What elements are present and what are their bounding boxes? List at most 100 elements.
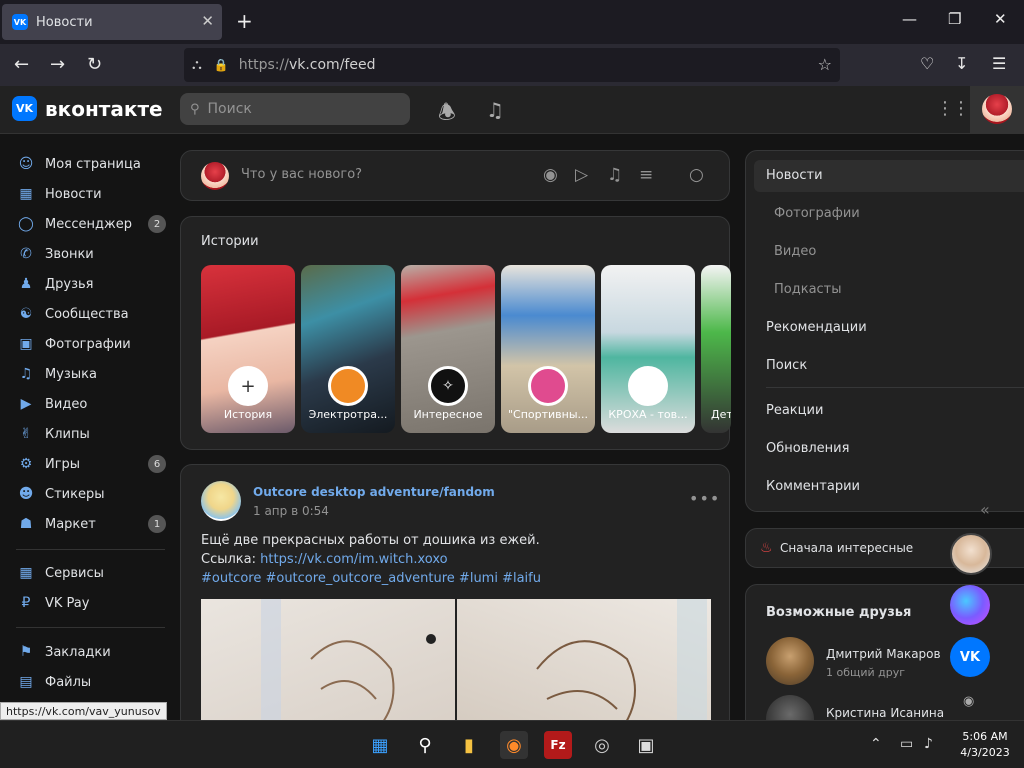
profile-menu[interactable] xyxy=(970,86,1024,134)
sidebar-item-label: Маркет xyxy=(45,516,96,532)
story-item[interactable]: КРОХА - тов... xyxy=(601,265,695,433)
filter-photos[interactable]: Фотографии xyxy=(774,206,860,221)
reload-icon[interactable]: ↻ xyxy=(87,54,102,75)
vk-favicon-icon: VK xyxy=(12,14,28,30)
more-options-icon[interactable]: ••• xyxy=(689,489,720,508)
sidebar-item-services[interactable]: ▦ Сервисы xyxy=(16,558,166,588)
camera-icon[interactable]: ◉ xyxy=(543,165,558,185)
browser-tab-bar: VK Новости ✕ + — ❐ ✕ xyxy=(0,0,1024,44)
sidebar-item-news[interactable]: ▦ Новости xyxy=(16,179,166,209)
firefox-icon[interactable]: ◉ xyxy=(500,731,528,759)
sidebar-item-music[interactable]: ♫ Музыка xyxy=(16,359,166,389)
bell-icon[interactable]: 🕭 xyxy=(438,98,456,132)
text-format-icon[interactable]: ≡ xyxy=(639,165,653,185)
stories-title: Истории xyxy=(201,234,259,249)
disc-icon[interactable]: ◎ xyxy=(588,731,616,759)
vk-messenger-icon[interactable]: VK xyxy=(950,637,990,677)
post-date[interactable]: 1 апр в 0:54 xyxy=(253,504,329,518)
sidebar-item-my-page[interactable]: ☺ Моя страница xyxy=(16,149,166,179)
bookmark-star-icon[interactable]: ☆ xyxy=(818,55,832,74)
forward-icon[interactable]: → xyxy=(50,54,65,75)
window-close-icon[interactable]: ✕ xyxy=(994,10,1007,28)
vk-logo-mark: VK xyxy=(12,96,37,121)
sidebar-item-games[interactable]: ⚙ Игры 6 xyxy=(16,449,166,479)
sidebar-item-groups[interactable]: ☯ Сообщества xyxy=(16,299,166,329)
sidebar-item-messenger[interactable]: ◯ Мессенджер 2 xyxy=(16,209,166,239)
file-explorer-icon[interactable]: ▮ xyxy=(455,731,483,759)
pocket-icon[interactable]: ♡ xyxy=(920,54,934,73)
fire-icon: ♨ xyxy=(760,540,773,556)
package-icon[interactable]: ▣ xyxy=(632,731,660,759)
back-icon[interactable]: ← xyxy=(14,54,29,75)
filter-reactions[interactable]: Реакции xyxy=(766,403,823,418)
menu-icon[interactable]: ☰ xyxy=(992,54,1006,73)
sidebar-item-calls[interactable]: ✆ Звонки xyxy=(16,239,166,269)
sidebar-item-bookmarks[interactable]: ⚑ Закладки xyxy=(16,637,166,667)
post-author[interactable]: Outcore desktop adventure/fandom xyxy=(253,485,495,499)
story-add[interactable]: + История xyxy=(201,265,295,433)
filter-video[interactable]: Видео xyxy=(774,244,816,259)
music-attach-icon[interactable]: ♫ xyxy=(607,165,622,185)
filezilla-icon[interactable]: Fz xyxy=(544,731,572,759)
post-composer[interactable]: Что у вас нового? ◉ ▷ ♫ ≡ ○ xyxy=(180,150,730,201)
sidebar-item-photos[interactable]: ▣ Фотографии xyxy=(16,329,166,359)
filter-search[interactable]: Поиск xyxy=(766,358,807,373)
vk-logo[interactable]: VK вконтакте xyxy=(12,96,163,121)
close-tab-icon[interactable]: ✕ xyxy=(201,12,214,30)
maximize-icon[interactable]: ❐ xyxy=(948,10,961,28)
play-circle-icon[interactable]: ▷ xyxy=(575,165,588,185)
bag-icon: ☗ xyxy=(19,516,33,532)
filter-updates[interactable]: Обновления xyxy=(766,441,849,456)
sidebar-item-friends[interactable]: ♟ Друзья xyxy=(16,269,166,299)
pay-icon: ₽ xyxy=(21,595,31,611)
composer-placeholder[interactable]: Что у вас нового? xyxy=(241,167,362,182)
post-image[interactable] xyxy=(457,599,711,735)
windows-start-icon[interactable]: ▦ xyxy=(366,731,394,759)
story-item[interactable]: "Спортивны... xyxy=(501,265,595,433)
sidebar-item-stickers[interactable]: ☻ Стикеры xyxy=(16,479,166,509)
post-link-line: Ссылка: https://vk.com/im.witch.xoxo xyxy=(201,550,541,569)
story-item[interactable]: Электротра... xyxy=(301,265,395,433)
shield-icon[interactable]: ⛬ xyxy=(192,57,202,73)
photo-icon: ▣ xyxy=(19,336,33,352)
friend-name[interactable]: Дмитрий Макаров xyxy=(826,647,941,661)
filter-comments[interactable]: Комментарии xyxy=(766,479,860,494)
minimize-icon[interactable]: — xyxy=(902,10,917,28)
feed-filter-menu: Новости Фотографии Видео Подкасты Рекоме… xyxy=(745,150,1024,512)
download-icon[interactable]: ↧ xyxy=(955,54,968,73)
post-image[interactable] xyxy=(201,599,455,735)
volume-icon[interactable]: ♪ xyxy=(924,736,933,752)
idea-bulb-icon[interactable]: ○ xyxy=(689,165,704,185)
music-note-icon[interactable]: ♫ xyxy=(486,98,504,122)
tray-chevron-icon[interactable]: ⌃ xyxy=(870,736,882,752)
filter-podcasts[interactable]: Подкасты xyxy=(774,282,842,297)
sidebar-item-vkpay[interactable]: ₽ VK Pay xyxy=(16,588,166,618)
post-author-avatar[interactable] xyxy=(201,481,241,521)
network-icon[interactable]: ▭ xyxy=(900,736,913,752)
chat-icon[interactable]: ◉ xyxy=(963,694,974,709)
sketch-drawing xyxy=(261,599,436,735)
url-bar[interactable]: ⛬ 🔒 https://vk.com/feed ☆ xyxy=(184,48,840,82)
file-icon: ▤ xyxy=(19,674,33,690)
friend-name[interactable]: Кристина Исанина xyxy=(826,706,944,720)
post-link[interactable]: https://vk.com/im.witch.xoxo xyxy=(260,552,447,567)
browser-tab[interactable]: VK Новости ✕ xyxy=(2,4,222,40)
sidebar-item-market[interactable]: ☗ Маркет 1 xyxy=(16,509,166,539)
sidebar-item-video[interactable]: ▶ Видео xyxy=(16,389,166,419)
sidebar-item-label: Друзья xyxy=(45,276,94,292)
search-taskbar-icon[interactable]: ⚲ xyxy=(411,731,439,759)
chat-bubble-avatar[interactable] xyxy=(950,533,992,575)
system-clock[interactable]: 5:06 AM 4/3/2023 xyxy=(950,729,1020,761)
post-hashtags[interactable]: #outcore #outcore_outcore_adventure #lum… xyxy=(201,569,541,588)
filter-recommendations[interactable]: Рекомендации xyxy=(766,320,867,335)
sidebar-item-clips[interactable]: ✌ Клипы xyxy=(16,419,166,449)
new-tab-button[interactable]: + xyxy=(236,9,253,33)
collapse-chevron-icon[interactable]: « xyxy=(980,500,990,519)
marusia-assistant-icon[interactable] xyxy=(950,585,990,625)
sidebar-item-files[interactable]: ▤ Файлы xyxy=(16,667,166,697)
search-input[interactable]: ⚲ Поиск xyxy=(180,93,410,125)
story-item[interactable]: ✧ Интересное xyxy=(401,265,495,433)
filter-news[interactable]: Новости xyxy=(766,168,823,183)
friend-avatar[interactable] xyxy=(766,637,814,685)
story-item[interactable]: Дет xyxy=(701,265,731,433)
